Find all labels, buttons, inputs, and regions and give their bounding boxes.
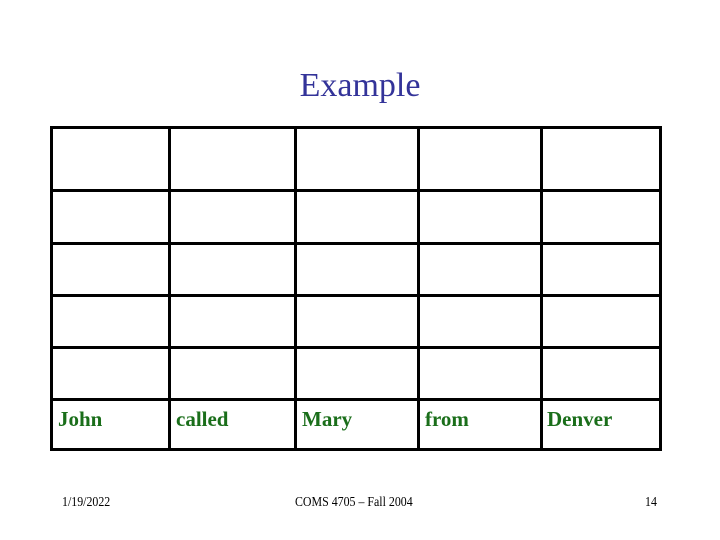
row-divider — [53, 346, 659, 349]
footer-page-number: 14 — [645, 495, 657, 510]
row-divider — [53, 398, 659, 401]
column-divider — [540, 129, 543, 448]
table-cell-word: John — [58, 407, 103, 431]
column-divider — [294, 129, 297, 448]
footer-date: 1/19/2022 — [62, 495, 111, 510]
row-divider — [53, 189, 659, 192]
row-divider — [53, 242, 659, 245]
slide-title: Example — [299, 67, 421, 104]
word-table: John called Mary from Denver — [50, 126, 662, 451]
table-cell-word: Mary — [302, 407, 353, 431]
footer-course: COMS 4705 – Fall 2004 — [295, 495, 413, 510]
table-cell-word: called — [176, 407, 229, 431]
table-cell-word: Denver — [547, 407, 613, 431]
row-divider — [53, 294, 659, 297]
table-cell-word: from — [425, 407, 469, 431]
column-divider — [417, 129, 420, 448]
column-divider — [168, 129, 171, 448]
